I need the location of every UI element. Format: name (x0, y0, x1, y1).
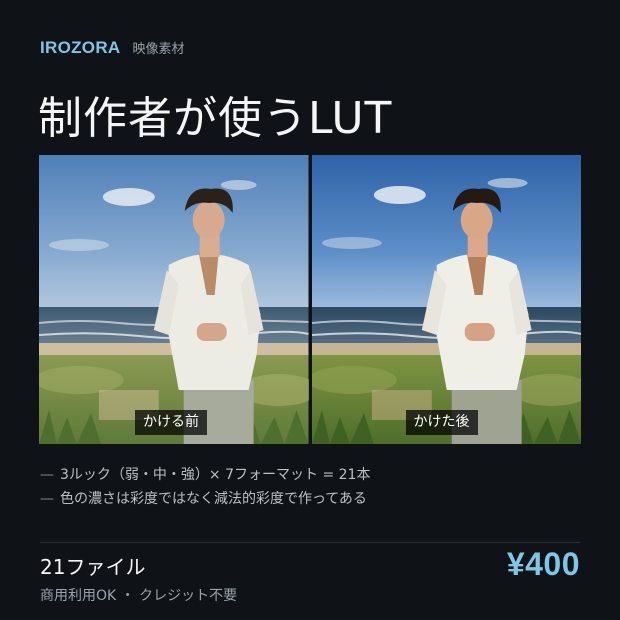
note-item: — 3ルック（弱・中・強）× 7フォーマット = 21本 (40, 463, 370, 487)
divider (40, 542, 580, 543)
before-photo: かける前 (39, 155, 309, 444)
note-item: — 色の濃さは彩度ではなく減法的彩度で作ってある (40, 487, 370, 511)
after-label: かけた後 (405, 410, 478, 435)
feature-notes: — 3ルック（弱・中・強）× 7フォーマット = 21本 — 色の濃さは彩度では… (40, 463, 370, 511)
before-label: かける前 (135, 410, 207, 435)
brand-subtitle: 映像素材 (132, 42, 185, 57)
note-text: 色の濃さは彩度ではなく減法的彩度で作ってある (60, 491, 367, 507)
note-dash: — (40, 491, 54, 507)
note-text: 3ルック（弱・中・強）× 7フォーマット = 21本 (60, 467, 371, 483)
before-after-comparison: かける前 かけた後 (39, 155, 581, 444)
brand-name: IROZORA (40, 38, 121, 57)
note-dash: — (40, 467, 54, 483)
license-info: 商用利用OK ・ クレジット不要 (40, 588, 238, 604)
page-title: 制作者が使うLUT (38, 93, 393, 144)
file-count: 21ファイル (40, 555, 146, 579)
before-photo-image (39, 155, 309, 444)
after-photo: かけた後 (311, 155, 581, 444)
after-photo-image (311, 155, 581, 444)
price: ¥400 (506, 546, 580, 582)
brand-header: IROZORA 映像素材 (40, 38, 185, 58)
